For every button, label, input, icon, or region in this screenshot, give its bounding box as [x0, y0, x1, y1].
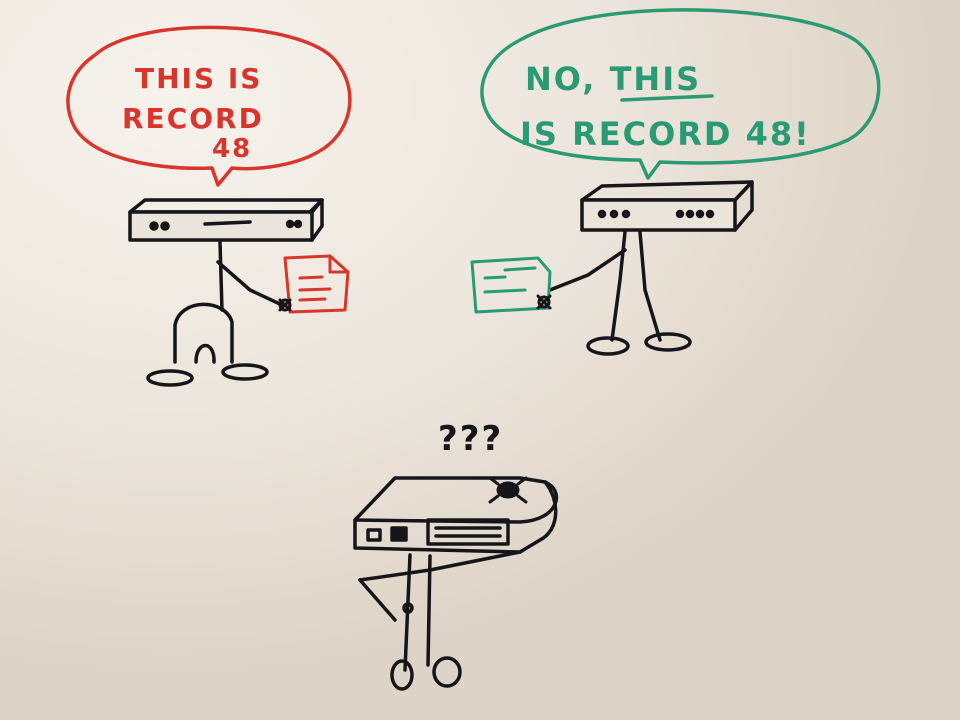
right-hand — [536, 294, 552, 310]
right-bubble-line-2: IS RECORD 48! — [520, 115, 811, 153]
right-bubble-prefix: NO, — [525, 60, 610, 98]
left-bubble-line-2: RECORD — [122, 102, 264, 135]
confused-question-marks: ??? — [438, 419, 503, 459]
right-bubble-emphasis: THIS — [610, 60, 702, 98]
left-hand — [278, 298, 292, 312]
whiteboard-drawing: THIS IS RECORD 48 NO, THIS IS RECORD 48!… — [0, 0, 960, 720]
left-bubble-line-1: THIS IS — [135, 62, 262, 95]
left-bubble-line-3: 48 — [212, 134, 252, 164]
right-bubble-line-1: NO, THIS — [525, 60, 701, 98]
